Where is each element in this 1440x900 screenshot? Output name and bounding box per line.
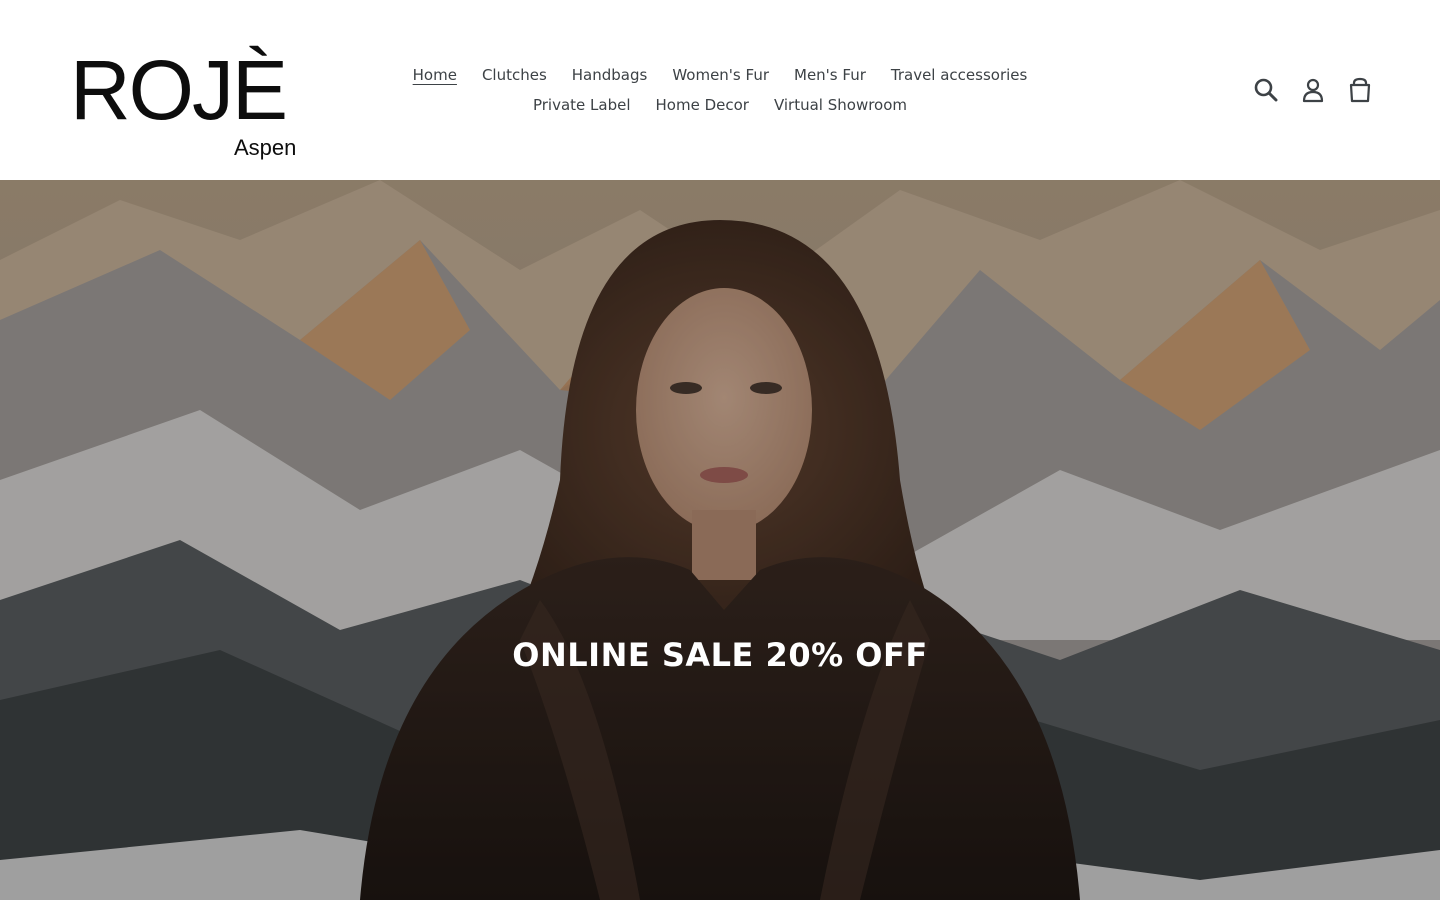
nav-link-clutches[interactable]: Clutches <box>469 66 559 84</box>
nav-link-virtual-showroom[interactable]: Virtual Showroom <box>761 96 919 114</box>
main-navigation: Home Clutches Handbags Women's Fur Men's… <box>380 60 1060 120</box>
cart-button[interactable] <box>1344 74 1376 106</box>
brand-logo[interactable]: ROJÈ Aspen <box>56 18 304 164</box>
hero-banner: ONLINE SALE 20% OFF <box>0 180 1440 900</box>
header-icons <box>1250 74 1391 108</box>
hero-overlay <box>0 180 1440 900</box>
nav-link-home[interactable]: Home <box>400 66 469 84</box>
hero-heading: ONLINE SALE 20% OFF <box>512 635 928 674</box>
search-icon <box>1254 78 1278 102</box>
logo-location: Aspen <box>234 135 297 160</box>
nav-link-home-decor[interactable]: Home Decor <box>643 96 761 114</box>
site-header: ROJÈ Aspen Home Clutches Handbags Women'… <box>0 0 1440 180</box>
account-icon <box>1302 78 1324 103</box>
search-button[interactable] <box>1250 74 1282 106</box>
cart-icon <box>1349 77 1371 103</box>
logo-wordmark: ROJÈ <box>70 43 288 137</box>
nav-link-womens-fur[interactable]: Women's Fur <box>660 66 782 84</box>
nav-link-travel-accessories[interactable]: Travel accessories <box>878 66 1039 84</box>
nav-link-handbags[interactable]: Handbags <box>559 66 660 84</box>
account-button[interactable] <box>1297 74 1329 106</box>
nav-row-secondary: Private Label Home Decor Virtual Showroo… <box>380 90 1060 120</box>
nav-row-primary: Home Clutches Handbags Women's Fur Men's… <box>380 60 1060 90</box>
nav-link-mens-fur[interactable]: Men's Fur <box>782 66 879 84</box>
nav-link-private-label[interactable]: Private Label <box>520 96 643 114</box>
